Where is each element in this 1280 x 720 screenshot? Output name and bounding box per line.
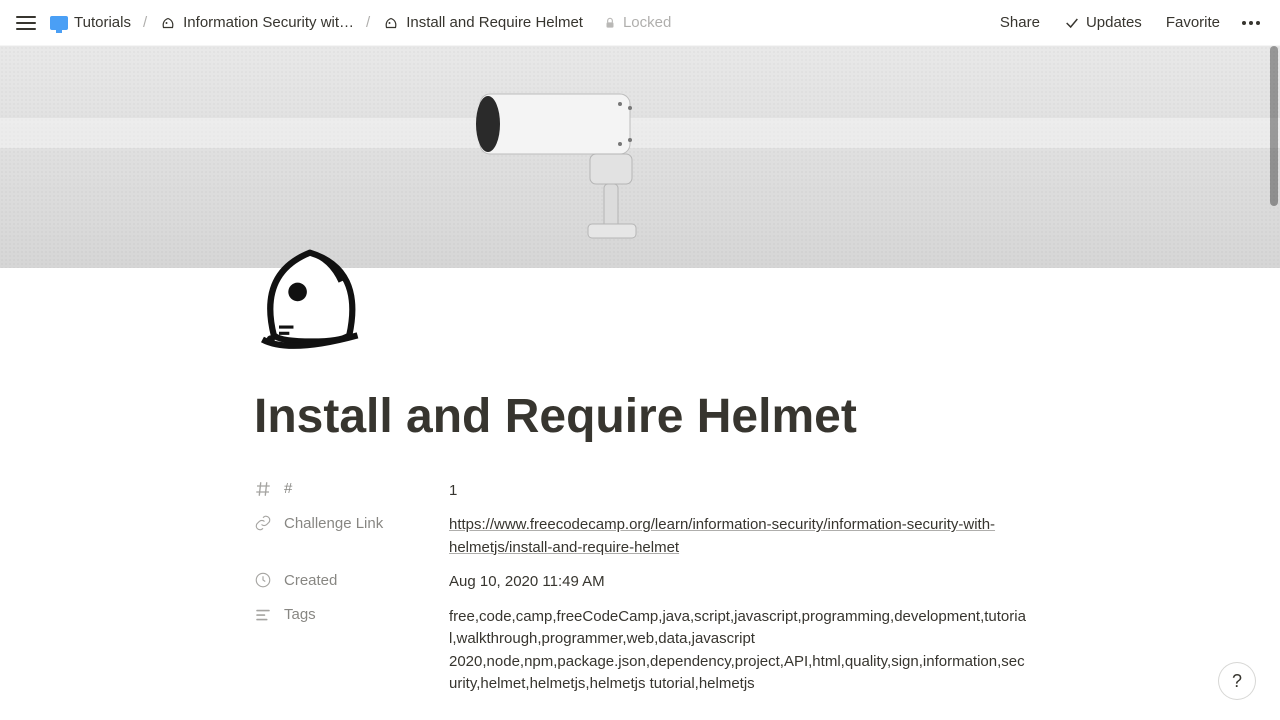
- topbar-right: Share Updates Favorite: [992, 10, 1266, 35]
- monitor-icon: [50, 16, 68, 30]
- share-button[interactable]: Share: [992, 10, 1048, 35]
- property-row-link[interactable]: Challenge Link https://www.freecodecamp.…: [254, 508, 1026, 565]
- lock-icon: [603, 16, 617, 30]
- page-title[interactable]: Install and Require Helmet: [254, 388, 1026, 446]
- helmet-icon: [159, 14, 177, 32]
- locked-indicator: Locked: [603, 14, 671, 31]
- property-row-number[interactable]: # 1: [254, 474, 1026, 509]
- topbar: Tutorials / Information Security wit… / …: [0, 0, 1280, 46]
- breadcrumb-separator: /: [366, 14, 370, 31]
- security-camera-illustration: [470, 64, 690, 264]
- page-scroll-area[interactable]: Install and Require Helmet # 1 Challenge…: [0, 46, 1280, 720]
- cover-image[interactable]: [0, 46, 1280, 268]
- property-value-number[interactable]: 1: [449, 480, 1026, 503]
- help-button[interactable]: ?: [1218, 662, 1256, 700]
- property-value-tags[interactable]: free,code,camp,freeCodeCamp,java,script,…: [449, 606, 1026, 696]
- check-icon: [1064, 15, 1080, 31]
- breadcrumb-separator: /: [143, 14, 147, 31]
- hash-icon: [254, 480, 272, 498]
- property-key: Created: [254, 571, 449, 589]
- breadcrumb-label: Information Security wit…: [183, 14, 354, 31]
- breadcrumb-item-parent[interactable]: Information Security wit…: [153, 11, 360, 35]
- property-key: Tags: [254, 606, 449, 624]
- link-icon: [254, 514, 272, 532]
- topbar-left: Tutorials / Information Security wit… / …: [14, 11, 992, 35]
- breadcrumb-item-tutorials[interactable]: Tutorials: [44, 11, 137, 34]
- breadcrumb-label: Tutorials: [74, 14, 131, 31]
- challenge-link[interactable]: https://www.freecodecamp.org/learn/infor…: [449, 516, 995, 556]
- more-actions-button[interactable]: [1236, 15, 1266, 31]
- property-value-link[interactable]: https://www.freecodecamp.org/learn/infor…: [449, 514, 1026, 559]
- locked-label: Locked: [623, 14, 671, 31]
- property-row-tags[interactable]: Tags free,code,camp,freeCodeCamp,java,sc…: [254, 600, 1026, 702]
- property-row-created[interactable]: Created Aug 10, 2020 11:49 AM: [254, 565, 1026, 600]
- text-lines-icon: [254, 606, 272, 624]
- updates-button[interactable]: Updates: [1056, 10, 1150, 35]
- helmet-icon: [382, 14, 400, 32]
- scrollbar-thumb[interactable]: [1270, 46, 1278, 206]
- page-icon-helmet[interactable]: [248, 232, 372, 356]
- property-key: Challenge Link: [254, 514, 449, 532]
- breadcrumb-item-current[interactable]: Install and Require Helmet: [376, 11, 589, 35]
- menu-toggle-button[interactable]: [14, 11, 38, 35]
- favorite-button[interactable]: Favorite: [1158, 10, 1228, 35]
- breadcrumb-label: Install and Require Helmet: [406, 14, 583, 31]
- property-key: #: [254, 480, 449, 498]
- clock-icon: [254, 571, 272, 589]
- property-value-created[interactable]: Aug 10, 2020 11:49 AM: [449, 571, 1026, 594]
